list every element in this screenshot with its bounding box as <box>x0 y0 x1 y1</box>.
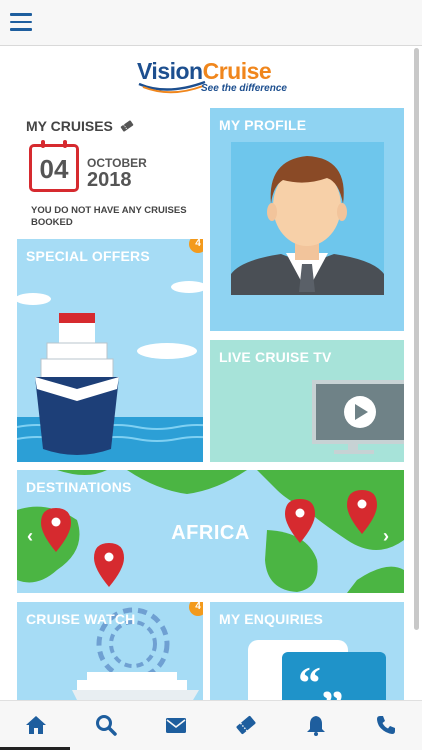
home-icon[interactable] <box>25 714 47 736</box>
phone-icon[interactable] <box>375 714 397 736</box>
scrollbar[interactable] <box>414 48 419 630</box>
bell-icon[interactable] <box>305 714 327 736</box>
profile-avatar <box>231 142 384 295</box>
my-profile-tile[interactable]: MY PROFILE <box>210 108 404 331</box>
top-bar <box>0 0 422 46</box>
no-cruises-message: YOU DO NOT HAVE ANY CRUISES BOOKED <box>31 205 187 228</box>
my-enquiries-title: MY ENQUIRIES <box>219 611 324 627</box>
live-cruise-tv-tile[interactable]: LIVE CRUISE TV <box>210 340 404 462</box>
destinations-title: DESTINATIONS <box>26 479 132 495</box>
chevron-right-icon[interactable]: › <box>383 526 389 547</box>
search-icon[interactable] <box>95 714 117 736</box>
destinations-tile[interactable]: DESTINATIONS AFRICA ‹ › <box>17 470 404 593</box>
envelope-icon[interactable] <box>165 714 187 736</box>
svg-text:“„: “„ <box>298 657 344 700</box>
special-offers-tile[interactable]: SPECIAL OFFERS 4 <box>17 239 203 462</box>
cruise-ship-illustration <box>17 281 203 462</box>
logo-tagline: See the difference <box>201 83 287 94</box>
ticket-icon[interactable] <box>235 714 257 736</box>
hamburger-menu-icon[interactable] <box>10 13 32 33</box>
calendar-icon: 04 <box>29 140 79 192</box>
logo-swoosh-icon <box>138 80 206 94</box>
cruise-watch-tile[interactable]: CRUISE WATCH 4 <box>17 602 203 700</box>
calendar-day: 04 <box>39 154 69 184</box>
live-cruise-tv-title: LIVE CRUISE TV <box>219 349 332 365</box>
special-offers-title: SPECIAL OFFERS <box>26 248 150 264</box>
ticket-icon <box>120 120 134 132</box>
my-profile-title: MY PROFILE <box>219 117 307 133</box>
bottom-nav <box>0 700 422 750</box>
logo-brand-b: Cruise <box>202 58 272 84</box>
calendar-year: 2018 <box>87 169 132 191</box>
calendar-month: OCTOBER <box>87 156 147 170</box>
cruise-watch-title: CRUISE WATCH <box>26 611 136 627</box>
my-cruises-title: MY CRUISES <box>26 118 113 134</box>
tv-play-icon <box>312 380 404 454</box>
map-pin-icon <box>94 543 124 587</box>
my-enquiries-tile[interactable]: “„ MY ENQUIRIES <box>210 602 404 700</box>
chevron-left-icon[interactable]: ‹ <box>27 526 33 547</box>
destination-name: AFRICA <box>171 522 250 544</box>
my-cruises-panel[interactable]: MY CRUISES 04 OCTOBER 2018 YOU DO NOT HA… <box>17 108 203 234</box>
vision-cruise-logo: VisionCruise See the difference <box>137 58 297 98</box>
